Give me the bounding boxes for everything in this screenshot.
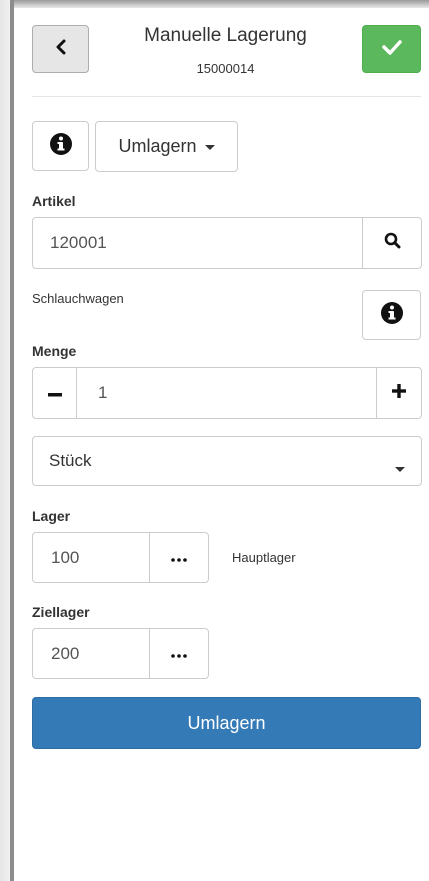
chevron-left-icon xyxy=(54,39,68,60)
artikel-search-button[interactable] xyxy=(362,218,421,268)
increment-button[interactable] xyxy=(376,368,421,418)
search-icon xyxy=(384,232,401,254)
decrement-button[interactable] xyxy=(33,368,77,418)
umlagern-submit-button[interactable]: Umlagern xyxy=(32,697,421,749)
page: Manuelle Lagerung 15000014 Umlagern Arti… xyxy=(14,8,429,881)
check-icon xyxy=(381,39,402,60)
artikel-label: Artikel xyxy=(32,193,76,209)
info-button[interactable] xyxy=(32,121,89,171)
artikel-info-button[interactable] xyxy=(362,290,421,340)
caret-down-icon xyxy=(204,145,215,150)
lager-input[interactable]: 100 xyxy=(51,548,79,568)
window-frame-left xyxy=(0,0,14,881)
caret-down-icon xyxy=(395,467,405,472)
ziellager-label: Ziellager xyxy=(32,604,90,620)
mode-dropdown-label: Umlagern xyxy=(118,136,197,156)
lager-picker-button[interactable] xyxy=(149,533,208,582)
window-frame-top xyxy=(0,0,429,8)
menge-stepper: 1 xyxy=(32,367,422,419)
unit-selected-value: Stück xyxy=(49,451,92,470)
ziellager-input-group: 200 xyxy=(32,628,209,679)
document-number: 15000014 xyxy=(196,61,255,76)
header-divider xyxy=(32,96,421,97)
menge-input[interactable]: 1 xyxy=(98,383,107,403)
artikel-input-group: 120001 xyxy=(32,217,422,269)
ziellager-input[interactable]: 200 xyxy=(51,644,79,664)
back-button[interactable] xyxy=(32,25,89,73)
ziellager-picker-button[interactable] xyxy=(149,629,208,678)
menge-label: Menge xyxy=(32,343,77,359)
page-title: Manuelle Lagerung xyxy=(144,25,307,46)
artikel-input[interactable]: 120001 xyxy=(50,233,107,253)
artikel-description: Schlauchwagen xyxy=(32,291,124,306)
lager-input-group: 100 xyxy=(32,532,209,583)
confirm-button[interactable] xyxy=(362,25,421,73)
lager-name: Hauptlager xyxy=(232,550,296,565)
plus-icon xyxy=(392,383,406,403)
ellipsis-icon xyxy=(171,549,187,567)
lager-label: Lager xyxy=(32,508,71,524)
unit-select[interactable]: Stück xyxy=(32,436,422,486)
minus-icon xyxy=(47,384,62,402)
info-circle-icon xyxy=(49,132,73,161)
ellipsis-icon xyxy=(171,645,187,663)
mode-dropdown[interactable]: Umlagern xyxy=(95,121,238,172)
info-circle-icon xyxy=(380,301,404,330)
